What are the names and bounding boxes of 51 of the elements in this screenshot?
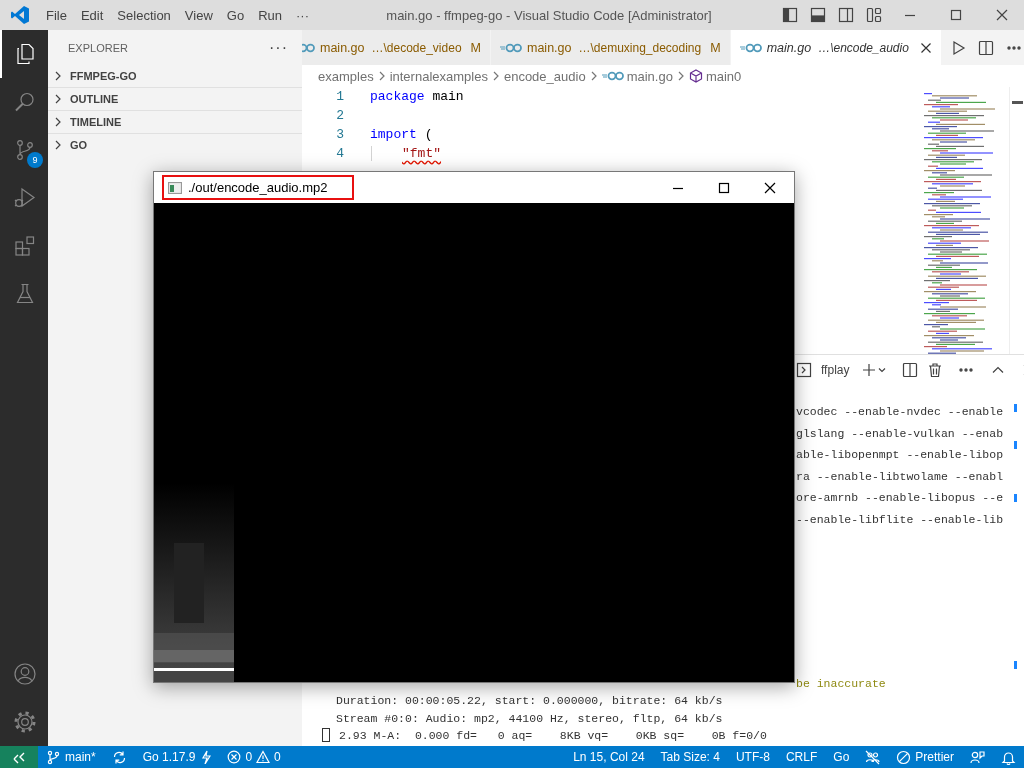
menu-item[interactable]: Selection [110, 7, 178, 23]
count-badge: 9 [27, 152, 43, 168]
status-item[interactable]: UTF-8 [727, 746, 778, 768]
menu-item[interactable]: View [177, 7, 220, 23]
terminal-line: ore-amrnb --enable-libopus --e [796, 491, 1004, 504]
section-header[interactable]: FFMPEG-GO [48, 65, 302, 88]
editor-tab[interactable]: main.go …\encode_audio [730, 30, 942, 65]
menu-item[interactable]: Run [251, 7, 289, 23]
status-item[interactable]: Ln 15, Col 24 [565, 746, 653, 768]
status-item[interactable]: CRLF [777, 746, 826, 768]
line-number: 1 [335, 89, 344, 104]
breadcrumb-item[interactable]: main0 [688, 68, 742, 84]
terminal-name[interactable]: ffplay [821, 363, 850, 377]
menu-item[interactable]: Go [219, 7, 252, 23]
section-header[interactable]: GO [48, 134, 302, 156]
terminal-line: Stream #0:0: Audio: mp2, 44100 Hz, stereo, fltp, 64 kb/s [336, 711, 723, 725]
window-title: main.go - ffmpeg-go - Visual Studio Code [Administrator] [385, 7, 713, 23]
breadcrumb-item[interactable]: main.go [601, 68, 673, 84]
breadcrumb-item[interactable]: examples [318, 68, 374, 84]
terminal-line: 2.93 M-A: 0.000 fd= 0 aq= 8KB vq= 0KB sq= 0B f=0/0 [339, 727, 767, 744]
line-number: 3 [335, 127, 344, 142]
terminal-line: ra --enable-libtwolame --enabl [796, 469, 1004, 483]
editor-tab[interactable]: main.go …\decode_video M [302, 30, 491, 65]
editor-tab[interactable]: main.go …\demuxing_decoding M [491, 30, 731, 65]
terminal-line: Duration: 00:00:05.22, start: 0.000000, bitrate: 64 kb/s [336, 694, 723, 708]
breadcrumb-item[interactable]: encode_audio [503, 68, 586, 84]
menu-item[interactable]: ··· [289, 7, 316, 23]
menu-item[interactable]: Edit [73, 7, 111, 23]
terminal-line: able-libopenmpt --enable-libop [796, 448, 1004, 461]
sidebar-title: EXPLORER [68, 41, 128, 54]
breadcrumb-item[interactable]: internalexamples [389, 68, 488, 84]
menu-item[interactable]: File [39, 7, 74, 23]
status-item[interactable]: Prettier [888, 746, 962, 768]
status-item[interactable]: main* [38, 746, 104, 768]
code-line: import ( [370, 127, 433, 142]
section-header[interactable]: TIMELINE [48, 111, 302, 134]
more-actions-button[interactable]: ··· [269, 38, 288, 57]
terminal-line: glslang --enable-vulkan --enab [796, 426, 1004, 440]
status-item[interactable]: Tab Size: 4 [652, 746, 728, 768]
terminal-line: vcodec --enable-nvdec --enable [796, 405, 1004, 418]
code-line: package main [370, 89, 464, 104]
terminal-line: --enable-libflite --enable-lib [796, 512, 1004, 526]
status-item[interactable]: Go [825, 746, 858, 768]
status-item[interactable]: 0 0 [219, 746, 289, 768]
status-item[interactable]: Go 1.17.9 [134, 746, 220, 768]
activity-bar-tab[interactable]: 9 [0, 126, 48, 174]
window-title: ./out/encode_audio.mp2 [188, 180, 328, 195]
line-number: 4 [335, 146, 344, 161]
section-header[interactable]: OUTLINE [48, 88, 302, 111]
terminal-line: be inaccurate [796, 677, 886, 691]
line-number: 2 [335, 108, 344, 123]
